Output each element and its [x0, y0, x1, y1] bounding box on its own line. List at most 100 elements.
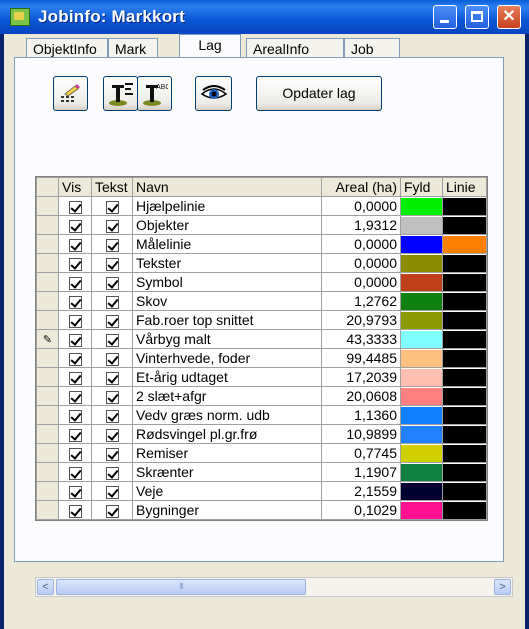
linie-color-swatch[interactable]	[443, 235, 486, 253]
row-indicator[interactable]	[36, 500, 59, 520]
vis-checkbox[interactable]	[68, 466, 82, 480]
tekst-checkbox[interactable]	[105, 504, 119, 518]
fyld-color-swatch[interactable]	[401, 254, 442, 272]
cell-fyld-color[interactable]	[400, 310, 443, 330]
cell-navn[interactable]: Tekster	[132, 253, 322, 273]
column-header-areal[interactable]: Areal (ha)	[321, 177, 401, 197]
fyld-color-swatch[interactable]	[401, 425, 442, 443]
vis-checkbox[interactable]	[68, 276, 82, 290]
vis-checkbox[interactable]	[68, 447, 82, 461]
row-indicator[interactable]	[36, 215, 59, 235]
tab-job[interactable]: Job	[344, 38, 400, 58]
row-indicator[interactable]	[36, 310, 59, 330]
table-row[interactable]: Veje 2,1559	[36, 481, 487, 501]
row-indicator[interactable]	[36, 462, 59, 482]
table-row[interactable]: Fab.roer top snittet 20,9793	[36, 310, 487, 330]
fyld-color-swatch[interactable]	[401, 368, 442, 386]
row-indicator[interactable]	[36, 348, 59, 368]
tekst-checkbox[interactable]	[105, 257, 119, 271]
fyld-color-swatch[interactable]	[401, 235, 442, 253]
layer-text-button[interactable]: ABC	[137, 76, 172, 111]
cell-linie-color[interactable]	[442, 272, 487, 292]
horizontal-scrollbar[interactable]: < >	[35, 577, 513, 597]
cell-navn[interactable]: Remiser	[132, 443, 322, 463]
cell-fyld-color[interactable]	[400, 386, 443, 406]
cell-linie-color[interactable]	[442, 386, 487, 406]
cell-navn[interactable]: Symbol	[132, 272, 322, 292]
table-row[interactable]: Bygninger 0,1029	[36, 500, 487, 520]
table-row[interactable]: Rødsvingel pl.gr.frø 10,9899	[36, 424, 487, 444]
cell-linie-color[interactable]	[442, 424, 487, 444]
cell-linie-color[interactable]	[442, 443, 487, 463]
cell-linie-color[interactable]	[442, 481, 487, 501]
cell-fyld-color[interactable]	[400, 291, 443, 311]
cell-fyld-color[interactable]	[400, 329, 443, 349]
table-row[interactable]: Vedv græs norm. udb 1,1360	[36, 405, 487, 425]
linie-color-swatch[interactable]	[443, 425, 486, 443]
cell-fyld-color[interactable]	[400, 367, 443, 387]
fyld-color-swatch[interactable]	[401, 330, 442, 348]
close-button[interactable]: ✕	[497, 5, 521, 29]
cell-navn[interactable]: Vårbyg malt	[132, 329, 322, 349]
column-header-navn[interactable]: Navn	[132, 177, 322, 197]
cell-navn[interactable]: Vedv græs norm. udb	[132, 405, 322, 425]
tekst-checkbox[interactable]	[105, 352, 119, 366]
cell-navn[interactable]: Objekter	[132, 215, 322, 235]
cell-linie-color[interactable]	[442, 215, 487, 235]
cell-linie-color[interactable]	[442, 196, 487, 216]
vis-checkbox[interactable]	[68, 257, 82, 271]
linie-color-swatch[interactable]	[443, 197, 486, 215]
table-row[interactable]: Symbol 0,0000	[36, 272, 487, 292]
vis-checkbox[interactable]	[68, 504, 82, 518]
linie-color-swatch[interactable]	[443, 273, 486, 291]
tekst-checkbox[interactable]	[105, 447, 119, 461]
cell-navn[interactable]: Hjælpelinie	[132, 196, 322, 216]
cell-navn[interactable]: Fab.roer top snittet	[132, 310, 322, 330]
table-row[interactable]: Hjælpelinie 0,0000	[36, 196, 487, 216]
update-layers-button[interactable]: Opdater lag	[256, 76, 382, 111]
linie-color-swatch[interactable]	[443, 368, 486, 386]
fyld-color-swatch[interactable]	[401, 444, 442, 462]
cell-navn[interactable]: Rødsvingel pl.gr.frø	[132, 424, 322, 444]
linie-color-swatch[interactable]	[443, 387, 486, 405]
row-indicator[interactable]	[36, 405, 59, 425]
vis-checkbox[interactable]	[68, 428, 82, 442]
fyld-color-swatch[interactable]	[401, 197, 442, 215]
fyld-color-swatch[interactable]	[401, 292, 442, 310]
tekst-checkbox[interactable]	[105, 295, 119, 309]
vis-checkbox[interactable]	[68, 333, 82, 347]
cell-navn[interactable]: Skov	[132, 291, 322, 311]
cell-fyld-color[interactable]	[400, 462, 443, 482]
fyld-color-swatch[interactable]	[401, 216, 442, 234]
tab-mark[interactable]: Mark	[108, 38, 158, 58]
linie-color-swatch[interactable]	[443, 463, 486, 481]
table-row[interactable]: 2 slæt+afgr 20,0608	[36, 386, 487, 406]
tekst-checkbox[interactable]	[105, 466, 119, 480]
linie-color-swatch[interactable]	[443, 501, 486, 519]
cell-fyld-color[interactable]	[400, 424, 443, 444]
cell-fyld-color[interactable]	[400, 272, 443, 292]
cell-linie-color[interactable]	[442, 253, 487, 273]
row-indicator[interactable]	[36, 272, 59, 292]
visibility-button[interactable]	[195, 76, 232, 111]
tab-arealinfo[interactable]: ArealInfo	[246, 38, 344, 58]
row-indicator[interactable]	[36, 386, 59, 406]
tekst-checkbox[interactable]	[105, 276, 119, 290]
tab-objektinfo[interactable]: ObjektInfo	[26, 38, 108, 58]
vis-checkbox[interactable]	[68, 219, 82, 233]
tekst-checkbox[interactable]	[105, 238, 119, 252]
scroll-thumb[interactable]	[56, 579, 306, 595]
row-indicator[interactable]	[36, 196, 59, 216]
linie-color-swatch[interactable]	[443, 292, 486, 310]
row-indicator[interactable]	[36, 481, 59, 501]
cell-linie-color[interactable]	[442, 310, 487, 330]
cell-navn[interactable]: Bygninger	[132, 500, 322, 520]
table-row[interactable]: Remiser 0,7745	[36, 443, 487, 463]
edit-layer-button[interactable]	[53, 76, 88, 111]
vis-checkbox[interactable]	[68, 295, 82, 309]
row-indicator[interactable]	[36, 443, 59, 463]
cell-fyld-color[interactable]	[400, 196, 443, 216]
vis-checkbox[interactable]	[68, 485, 82, 499]
row-indicator[interactable]: ✎	[36, 329, 59, 349]
vis-checkbox[interactable]	[68, 314, 82, 328]
